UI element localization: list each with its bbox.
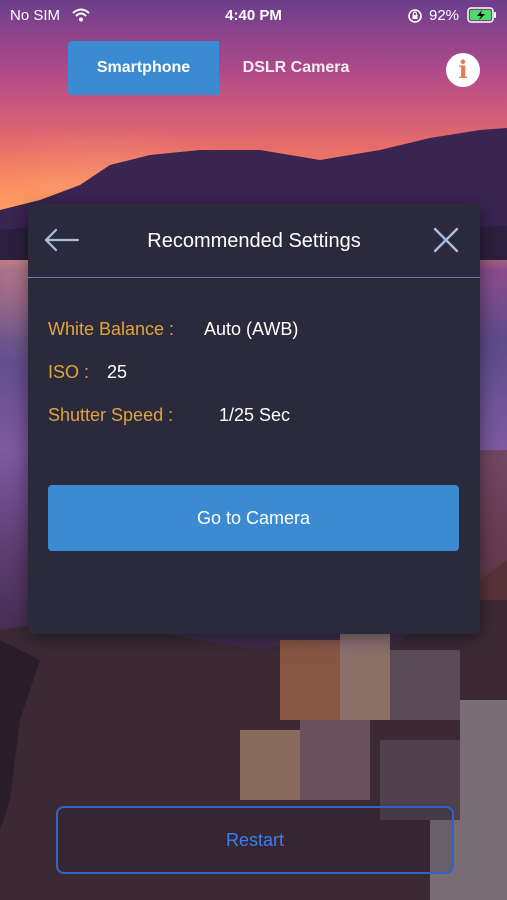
modal-header: Recommended Settings xyxy=(28,204,480,278)
shutter-speed-row: Shutter Speed : 1/25 Sec xyxy=(48,405,290,426)
rotation-lock-icon xyxy=(407,8,423,28)
close-icon xyxy=(433,227,459,253)
shutter-speed-value: 1/25 Sec xyxy=(219,405,291,425)
iso-row: ISO : 25 xyxy=(48,362,127,383)
white-balance-row: White Balance : Auto (AWB) xyxy=(48,319,298,340)
status-bar: No SIM 4:40 PM 92% xyxy=(0,0,507,32)
restart-button[interactable]: Restart xyxy=(56,806,454,874)
white-balance-label: White Balance : xyxy=(48,319,175,339)
battery-percent: 92% xyxy=(429,7,460,24)
modal-title: Recommended Settings xyxy=(147,230,361,252)
info-button[interactable]: i xyxy=(446,53,480,87)
white-balance-value: Auto (AWB) xyxy=(204,319,299,339)
tab-dslr-camera[interactable]: DSLR Camera xyxy=(219,41,373,95)
shutter-speed-label: Shutter Speed : xyxy=(48,405,174,425)
mode-tabs: Smartphone DSLR Camera xyxy=(68,41,368,95)
battery-charging-icon xyxy=(467,7,497,27)
recommended-settings-modal: Recommended Settings White Balance : Aut… xyxy=(28,204,480,634)
tab-smartphone[interactable]: Smartphone xyxy=(68,41,219,95)
close-button[interactable] xyxy=(430,224,462,256)
iso-label: ISO : xyxy=(48,362,90,382)
go-to-camera-button[interactable]: Go to Camera xyxy=(48,485,459,551)
iso-value: 25 xyxy=(107,362,128,382)
